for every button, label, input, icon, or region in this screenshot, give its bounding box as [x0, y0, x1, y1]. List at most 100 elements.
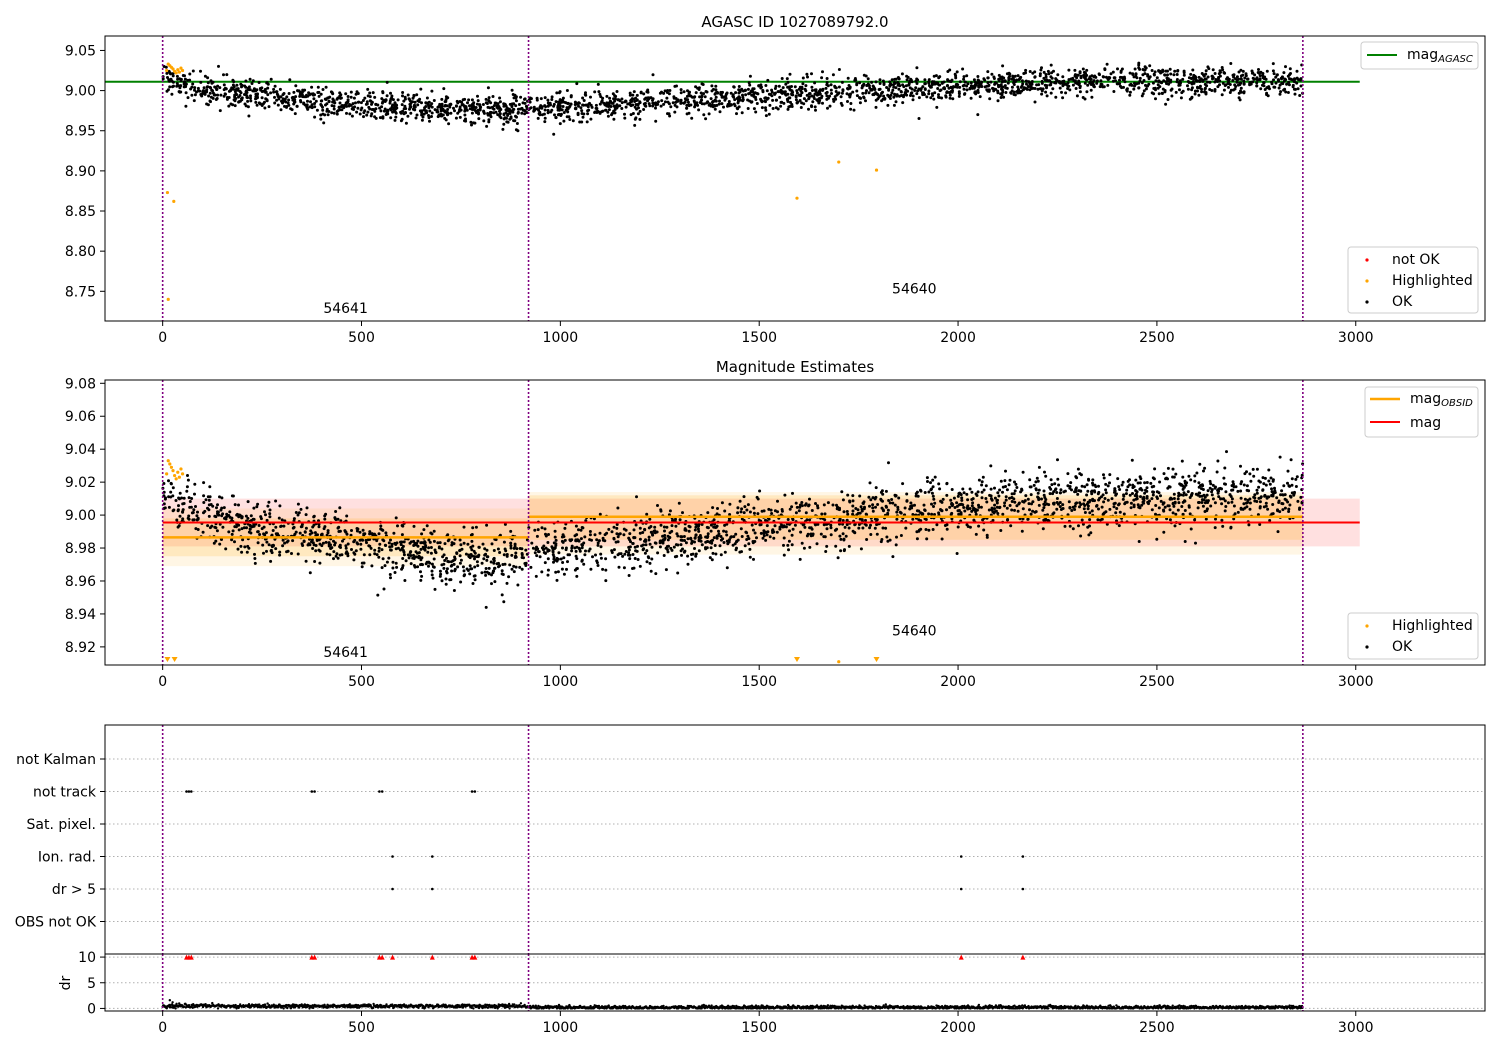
- ok-point: [454, 116, 458, 120]
- ok-point: [409, 104, 412, 108]
- ok-point: [815, 542, 819, 546]
- ok-point: [1283, 87, 1287, 91]
- ok-point: [1021, 82, 1025, 86]
- ok-point: [292, 102, 296, 106]
- ok-point: [840, 490, 844, 494]
- ok-point: [839, 549, 843, 553]
- ok-point: [950, 90, 954, 94]
- ok-point: [312, 514, 316, 518]
- ok-point: [1078, 90, 1082, 94]
- ok-point: [562, 556, 566, 560]
- ok-point: [1056, 477, 1060, 481]
- ok-point: [738, 499, 742, 503]
- ok-point: [871, 93, 875, 97]
- ok-point: [869, 498, 873, 502]
- ok-point: [737, 85, 741, 88]
- ok-point: [624, 105, 628, 109]
- ok-point: [853, 77, 857, 80]
- ok-point: [999, 96, 1003, 99]
- ok-point: [1186, 87, 1190, 91]
- ok-point: [794, 511, 798, 515]
- ok-point: [319, 103, 323, 106]
- ok-point: [748, 510, 752, 514]
- ok-point: [1191, 68, 1195, 72]
- ok-point: [596, 82, 600, 86]
- ok-point: [1183, 509, 1187, 512]
- ok-point: [417, 100, 421, 103]
- ok-point: [1181, 475, 1185, 479]
- ok-point: [1078, 71, 1082, 75]
- ok-point: [554, 116, 558, 120]
- ok-point: [1000, 77, 1004, 81]
- ok-point: [394, 115, 398, 119]
- ok-point: [842, 510, 846, 514]
- ok-point: [493, 580, 497, 584]
- ok-point: [388, 573, 392, 576]
- ok-point: [656, 504, 659, 507]
- ok-point: [945, 91, 949, 95]
- ok-point: [385, 80, 389, 84]
- ok-point: [960, 496, 964, 500]
- ok-point: [218, 86, 222, 90]
- ok-point: [228, 510, 232, 514]
- ok-point: [559, 557, 563, 561]
- ok-point: [810, 105, 814, 109]
- ok-point: [932, 505, 935, 508]
- ok-point: [269, 77, 273, 81]
- ok-point: [1250, 69, 1254, 73]
- ok-point: [1267, 468, 1271, 472]
- ok-point: [667, 112, 671, 116]
- ok-point: [846, 493, 850, 497]
- ok-point: [177, 524, 181, 528]
- ok-point: [809, 526, 813, 530]
- ok-point: [1138, 67, 1142, 71]
- ok-point: [1204, 69, 1208, 73]
- ok-point: [810, 72, 813, 76]
- ok-point: [1210, 488, 1214, 492]
- ok-point: [767, 92, 771, 96]
- ok-point: [1230, 497, 1234, 501]
- ok-point: [498, 114, 502, 118]
- ok-point: [334, 510, 338, 513]
- ok-point: [516, 107, 520, 111]
- ok-point: [403, 111, 407, 115]
- ok-point: [216, 93, 220, 97]
- ok-point: [843, 525, 847, 529]
- ok-point: [368, 553, 372, 557]
- ok-point: [722, 529, 726, 533]
- ok-point: [882, 83, 886, 86]
- ok-point: [1085, 90, 1089, 94]
- ok-point: [537, 550, 541, 554]
- ok-point: [776, 107, 780, 111]
- ok-point: [909, 501, 913, 505]
- ok-point: [867, 83, 871, 87]
- ok-point: [257, 101, 261, 105]
- ok-point: [1238, 83, 1242, 87]
- ok-point: [671, 101, 675, 105]
- ok-point: [332, 111, 336, 115]
- ok-point: [974, 512, 978, 516]
- ok-point: [323, 525, 327, 529]
- ok-point: [948, 93, 952, 97]
- ok-point: [276, 103, 280, 107]
- ok-point: [1166, 98, 1170, 101]
- ok-point: [284, 100, 288, 104]
- ok-point: [660, 99, 664, 103]
- ok-point: [400, 546, 404, 550]
- ok-point: [375, 553, 379, 557]
- ok-point: [718, 110, 722, 114]
- ok-point: [1299, 495, 1303, 499]
- ok-point: [1294, 477, 1298, 481]
- ok-point: [782, 536, 786, 540]
- ok-point: [1197, 491, 1201, 495]
- ok-point: [268, 512, 272, 516]
- ok-point: [415, 113, 419, 117]
- ok-point: [493, 104, 496, 107]
- ok-point: [888, 80, 892, 84]
- ok-point: [651, 533, 655, 537]
- ok-point: [734, 91, 738, 95]
- ok-point: [1118, 75, 1122, 79]
- ok-point: [324, 512, 328, 516]
- ok-point: [1137, 86, 1141, 90]
- ok-point: [183, 74, 186, 78]
